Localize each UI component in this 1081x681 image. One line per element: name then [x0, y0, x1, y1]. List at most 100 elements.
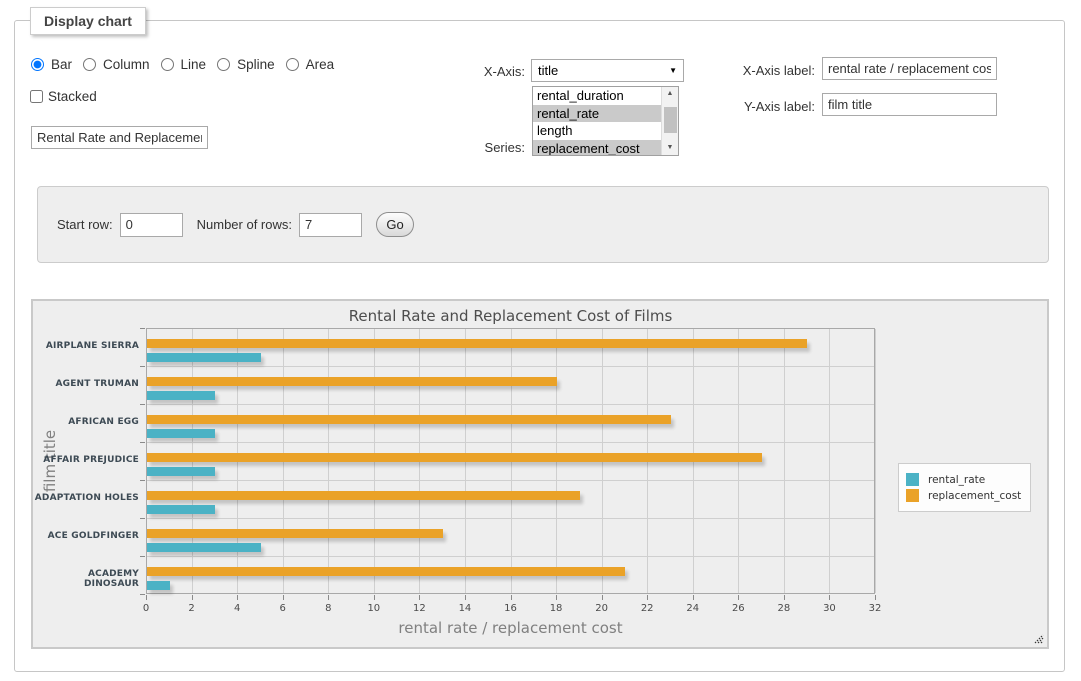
y-tick-mark — [140, 442, 145, 443]
gridline-y — [147, 442, 874, 443]
x-tick-mark — [784, 595, 785, 600]
y-tick-mark — [140, 328, 145, 329]
scroll-up-icon[interactable]: ▲ — [662, 87, 678, 101]
y-tick-mark — [140, 366, 145, 367]
bar-replacement_cost — [147, 567, 625, 576]
x-tick-label: 18 — [536, 603, 576, 614]
series-option-rental_rate[interactable]: rental_rate — [533, 105, 661, 123]
stacked-row: Stacked — [30, 89, 97, 104]
x-tick-label: 8 — [308, 603, 348, 614]
display-chart-fieldset: Display chart BarColumnLineSplineArea St… — [14, 20, 1065, 672]
chart-type-radio-bar[interactable] — [31, 58, 44, 71]
series-option-length[interactable]: length — [533, 122, 661, 140]
bar-replacement_cost — [147, 377, 557, 386]
scroll-down-icon[interactable]: ▼ — [662, 141, 678, 155]
y-tick-mark — [140, 404, 145, 405]
x-axis-label-input[interactable] — [822, 57, 997, 80]
x-tick-label: 4 — [217, 603, 257, 614]
app-screen: Display chart BarColumnLineSplineArea St… — [0, 0, 1081, 681]
legend-swatch-rental_rate — [906, 473, 919, 486]
plot-area — [146, 328, 875, 594]
bar-rental_rate — [147, 505, 215, 514]
x-tick-label: 6 — [263, 603, 303, 614]
num-rows-input[interactable] — [299, 213, 362, 237]
legend-label-replacement_cost: replacement_cost — [928, 490, 1021, 502]
series-option-replacement_cost[interactable]: replacement_cost — [533, 140, 661, 156]
gridline-x — [784, 329, 785, 593]
x-tick-mark — [146, 595, 147, 600]
x-tick-mark — [829, 595, 830, 600]
chart-type-radio-area[interactable] — [286, 58, 299, 71]
x-tick-mark — [283, 595, 284, 600]
x-tick-label: 2 — [172, 603, 212, 614]
x-tick-label: 0 — [126, 603, 166, 614]
gridline-y — [147, 480, 874, 481]
x-tick-label: 10 — [354, 603, 394, 614]
go-button[interactable]: Go — [376, 212, 414, 237]
y-axis-label-input[interactable] — [822, 93, 997, 116]
stacked-checkbox[interactable] — [30, 90, 43, 103]
chart-x-axis-title: rental rate / replacement cost — [146, 619, 875, 637]
category-label: AFRICAN EGG — [33, 417, 139, 427]
bar-rental_rate — [147, 581, 170, 590]
category-label: ACADEMY DINOSAUR — [33, 569, 139, 589]
y-tick-mark — [140, 518, 145, 519]
num-rows-label: Number of rows: — [197, 217, 292, 232]
bar-rental_rate — [147, 467, 215, 476]
series-caption: Series: — [453, 140, 525, 155]
chart-type-radios: BarColumnLineSplineArea — [31, 57, 341, 72]
resize-grip-icon[interactable] — [1031, 631, 1044, 644]
gridline-y — [147, 404, 874, 405]
x-tick-mark — [192, 595, 193, 600]
x-tick-mark — [647, 595, 648, 600]
y-tick-mark — [140, 480, 145, 481]
chart-type-label-area: Area — [306, 57, 335, 72]
legend-item-rental_rate: rental_rate — [906, 473, 1021, 486]
bar-replacement_cost — [147, 529, 443, 538]
bar-replacement_cost — [147, 491, 580, 500]
category-label: AIRPLANE SIERRA — [33, 341, 139, 351]
category-label: ADAPTATION HOLES — [33, 493, 139, 503]
x-tick-mark — [511, 595, 512, 600]
series-listbox[interactable]: rental_durationrental_ratelengthreplacem… — [532, 86, 679, 156]
start-row-label: Start row: — [57, 217, 113, 232]
y-tick-mark — [140, 556, 145, 557]
legend-item-replacement_cost: replacement_cost — [906, 489, 1021, 502]
start-row-input[interactable] — [120, 213, 183, 237]
x-axis-label-caption: X-Axis label: — [715, 63, 815, 78]
series-options: rental_durationrental_ratelengthreplacem… — [533, 87, 661, 155]
scrollbar-thumb[interactable] — [664, 107, 677, 133]
bar-rental_rate — [147, 543, 261, 552]
x-axis-select[interactable]: title ▼ — [531, 59, 684, 82]
bar-rental_rate — [147, 429, 215, 438]
bar-replacement_cost — [147, 339, 807, 348]
x-axis-caption: X-Axis: — [453, 64, 525, 79]
stacked-label: Stacked — [48, 89, 97, 104]
x-tick-mark — [693, 595, 694, 600]
chart-title-input[interactable] — [31, 126, 208, 149]
chart-type-radio-line[interactable] — [161, 58, 174, 71]
series-scrollbar[interactable]: ▲ ▼ — [661, 87, 678, 155]
fieldset-legend: Display chart — [30, 7, 146, 35]
x-tick-label: 30 — [809, 603, 849, 614]
rows-panel: Start row: Number of rows: Go — [37, 186, 1049, 263]
gridline-y — [147, 366, 874, 367]
legend-label-rental_rate: rental_rate — [928, 474, 985, 486]
chevron-down-icon: ▼ — [669, 66, 677, 75]
chart-type-label-spline: Spline — [237, 57, 275, 72]
chart-type-radio-column[interactable] — [83, 58, 96, 71]
x-tick-mark — [328, 595, 329, 600]
x-tick-label: 22 — [627, 603, 667, 614]
chart-container: Rental Rate and Replacement Cost of Film… — [31, 299, 1049, 649]
category-label: AGENT TRUMAN — [33, 379, 139, 389]
x-tick-mark — [465, 595, 466, 600]
series-option-rental_duration[interactable]: rental_duration — [533, 87, 661, 105]
x-tick-mark — [738, 595, 739, 600]
x-tick-mark — [374, 595, 375, 600]
x-tick-mark — [237, 595, 238, 600]
chart-type-radio-spline[interactable] — [217, 58, 230, 71]
x-tick-mark — [419, 595, 420, 600]
category-label: ACE GOLDFINGER — [33, 531, 139, 541]
x-tick-label: 32 — [855, 603, 895, 614]
legend-swatch-replacement_cost — [906, 489, 919, 502]
